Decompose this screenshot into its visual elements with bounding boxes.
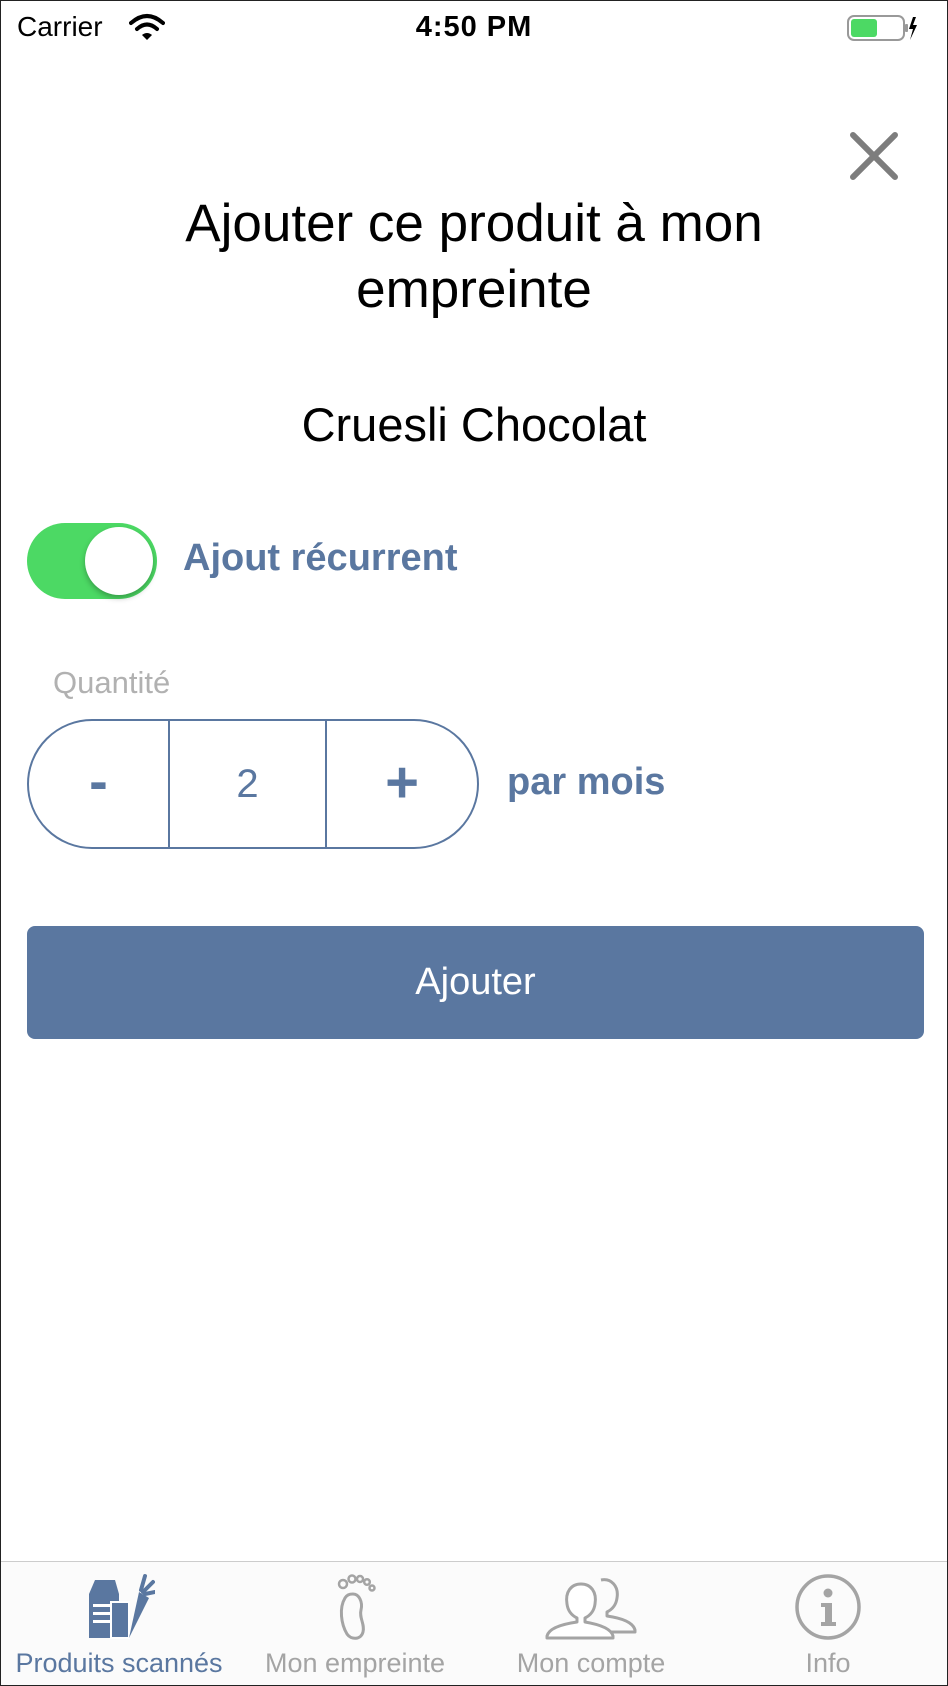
tab-mon-compte[interactable]: Mon compte xyxy=(473,1562,709,1685)
modal-title: Ajouter ce produit à mon empreinte xyxy=(185,194,763,319)
quantity-unit-label: par mois xyxy=(507,761,666,803)
app-screen: Carrier 4:50 PM Ajouter ce produit à mon… xyxy=(0,0,948,1686)
tab-info[interactable]: Info xyxy=(709,1562,947,1685)
quantity-stepper: - 2 + xyxy=(27,719,479,849)
info-icon xyxy=(795,1574,861,1640)
tab-label: Mon compte xyxy=(516,1648,666,1678)
add-button[interactable]: Ajouter xyxy=(27,926,924,1039)
decrement-button[interactable]: - xyxy=(29,721,170,847)
tab-mon-empreinte[interactable]: Mon empreinte xyxy=(237,1562,473,1685)
grocery-bag-icon xyxy=(89,1574,155,1639)
clock: 4:50 PM xyxy=(415,11,533,43)
quantity-value: 2 xyxy=(170,721,327,847)
product-name: Cruesli Chocolat xyxy=(301,398,647,451)
close-icon[interactable] xyxy=(847,129,901,183)
tab-label: Mon empreinte xyxy=(264,1648,446,1678)
quantity-label: Quantité xyxy=(53,665,171,700)
recurring-toggle[interactable] xyxy=(27,523,157,599)
tab-label: Produits scannés xyxy=(15,1648,223,1678)
tab-produits-scannes[interactable]: Produits scannés xyxy=(1,1562,237,1685)
battery-icon xyxy=(847,15,917,41)
footprint-icon xyxy=(337,1574,376,1640)
tab-label: Info xyxy=(805,1648,851,1678)
users-icon xyxy=(545,1578,637,1640)
toggle-knob xyxy=(85,527,153,595)
increment-button[interactable]: + xyxy=(327,721,477,847)
recurring-label: Ajout récurrent xyxy=(183,537,458,579)
tab-bar: Produits scannés Mon empreinte Mon compt… xyxy=(1,1561,947,1685)
status-bar: Carrier 4:50 PM xyxy=(1,1,947,55)
